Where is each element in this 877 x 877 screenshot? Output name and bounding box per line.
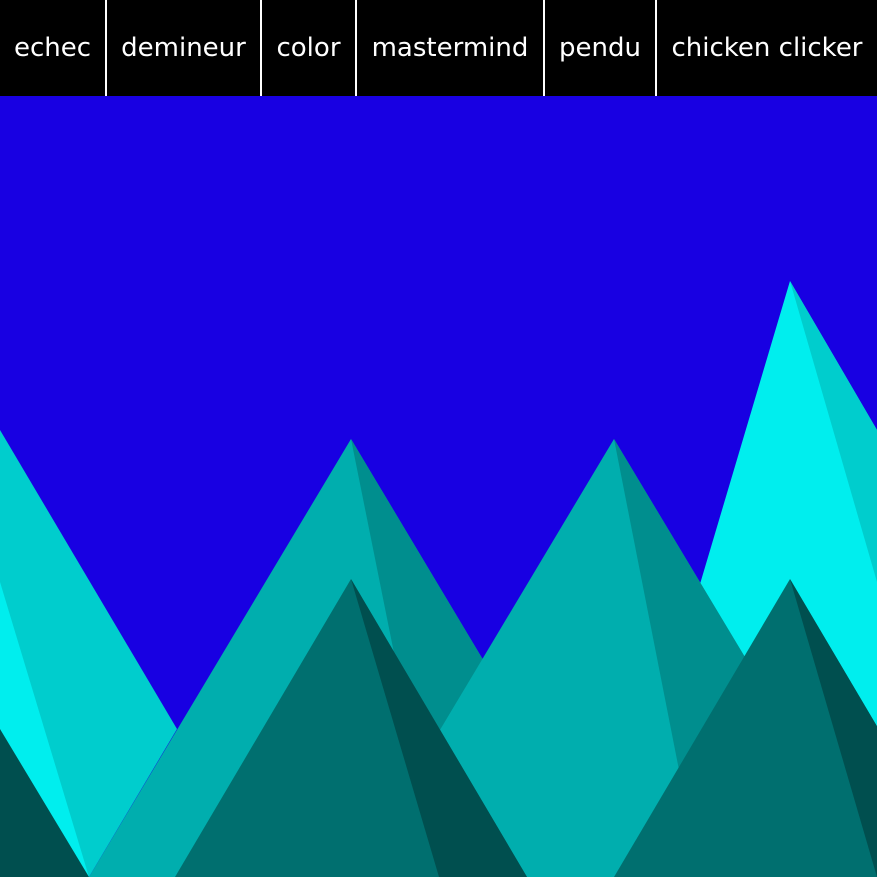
nav-item-mastermind[interactable]: mastermind	[357, 0, 545, 96]
nav-item-chicken-clicker[interactable]: chicken clicker	[657, 0, 877, 96]
nav-item-demineur[interactable]: demineur	[107, 0, 262, 96]
mountain-scene	[0, 281, 877, 877]
top-nav: echec demineur color mastermind pendu ch…	[0, 0, 877, 96]
nav-item-color[interactable]: color	[262, 0, 357, 96]
nav-item-pendu[interactable]: pendu	[545, 0, 657, 96]
nav-item-echec[interactable]: echec	[0, 0, 107, 96]
